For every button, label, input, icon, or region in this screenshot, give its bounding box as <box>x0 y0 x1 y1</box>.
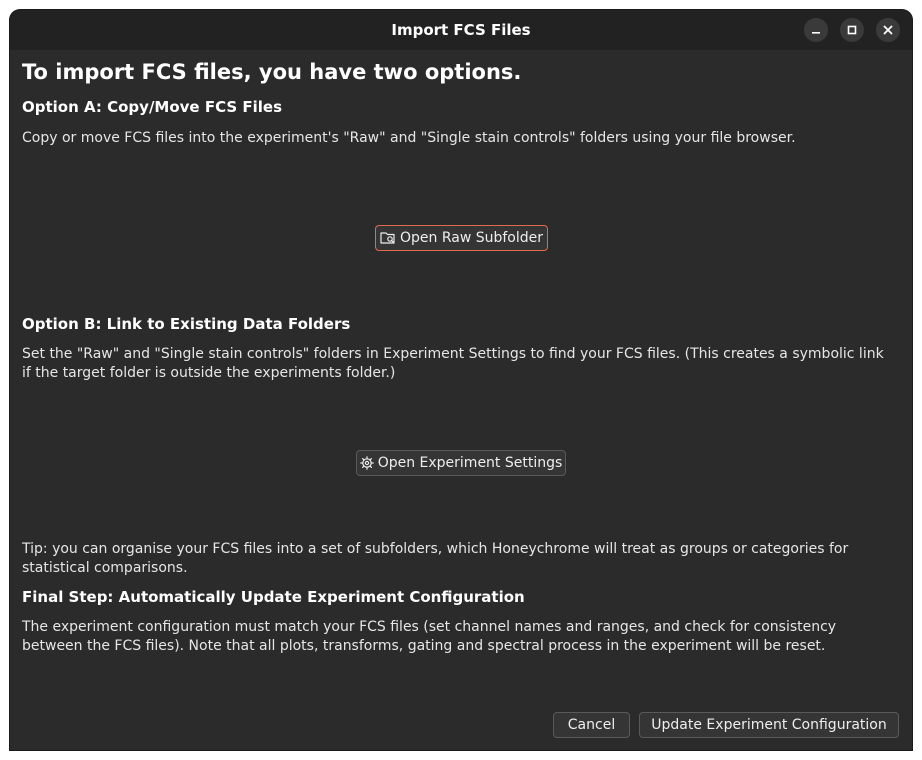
cancel-button[interactable]: Cancel <box>553 712 630 738</box>
gear-icon <box>359 456 374 470</box>
open-experiment-settings-label: Open Experiment Settings <box>377 455 563 471</box>
page-title: To import FCS files, you have two option… <box>22 60 522 84</box>
update-configuration-label: Update Experiment Configuration <box>651 717 887 733</box>
minimize-icon <box>812 32 820 34</box>
update-experiment-configuration-button[interactable]: Update Experiment Configuration <box>639 712 899 738</box>
option-a-title: Option A: Copy/Move FCS Files <box>22 98 283 116</box>
folder-search-icon <box>380 232 395 244</box>
open-raw-subfolder-label: Open Raw Subfolder <box>399 230 544 246</box>
option-a-description: Copy or move FCS files into the experime… <box>22 130 796 146</box>
open-raw-subfolder-button[interactable]: Open Raw Subfolder <box>375 225 548 251</box>
tip-text: Tip: you can organise your FCS files int… <box>22 541 849 576</box>
option-b-title: Option B: Link to Existing Data Folders <box>22 315 351 333</box>
maximize-button[interactable] <box>840 18 864 42</box>
open-experiment-settings-button[interactable]: Open Experiment Settings <box>356 450 566 476</box>
final-step-description: The experiment configuration must match … <box>22 619 837 654</box>
option-b-description: Set the "Raw" and "Single stain controls… <box>22 346 884 381</box>
cancel-label: Cancel <box>567 717 616 733</box>
close-button[interactable] <box>876 18 900 42</box>
close-icon <box>883 25 893 35</box>
minimize-button[interactable] <box>804 18 828 42</box>
import-fcs-dialog: Import FCS Files To import FCS files, yo… <box>10 10 912 750</box>
titlebar: Import FCS Files <box>10 10 912 50</box>
final-step-title: Final Step: Automatically Update Experim… <box>22 588 525 606</box>
maximize-icon <box>847 25 857 35</box>
window-title: Import FCS Files <box>391 21 531 39</box>
